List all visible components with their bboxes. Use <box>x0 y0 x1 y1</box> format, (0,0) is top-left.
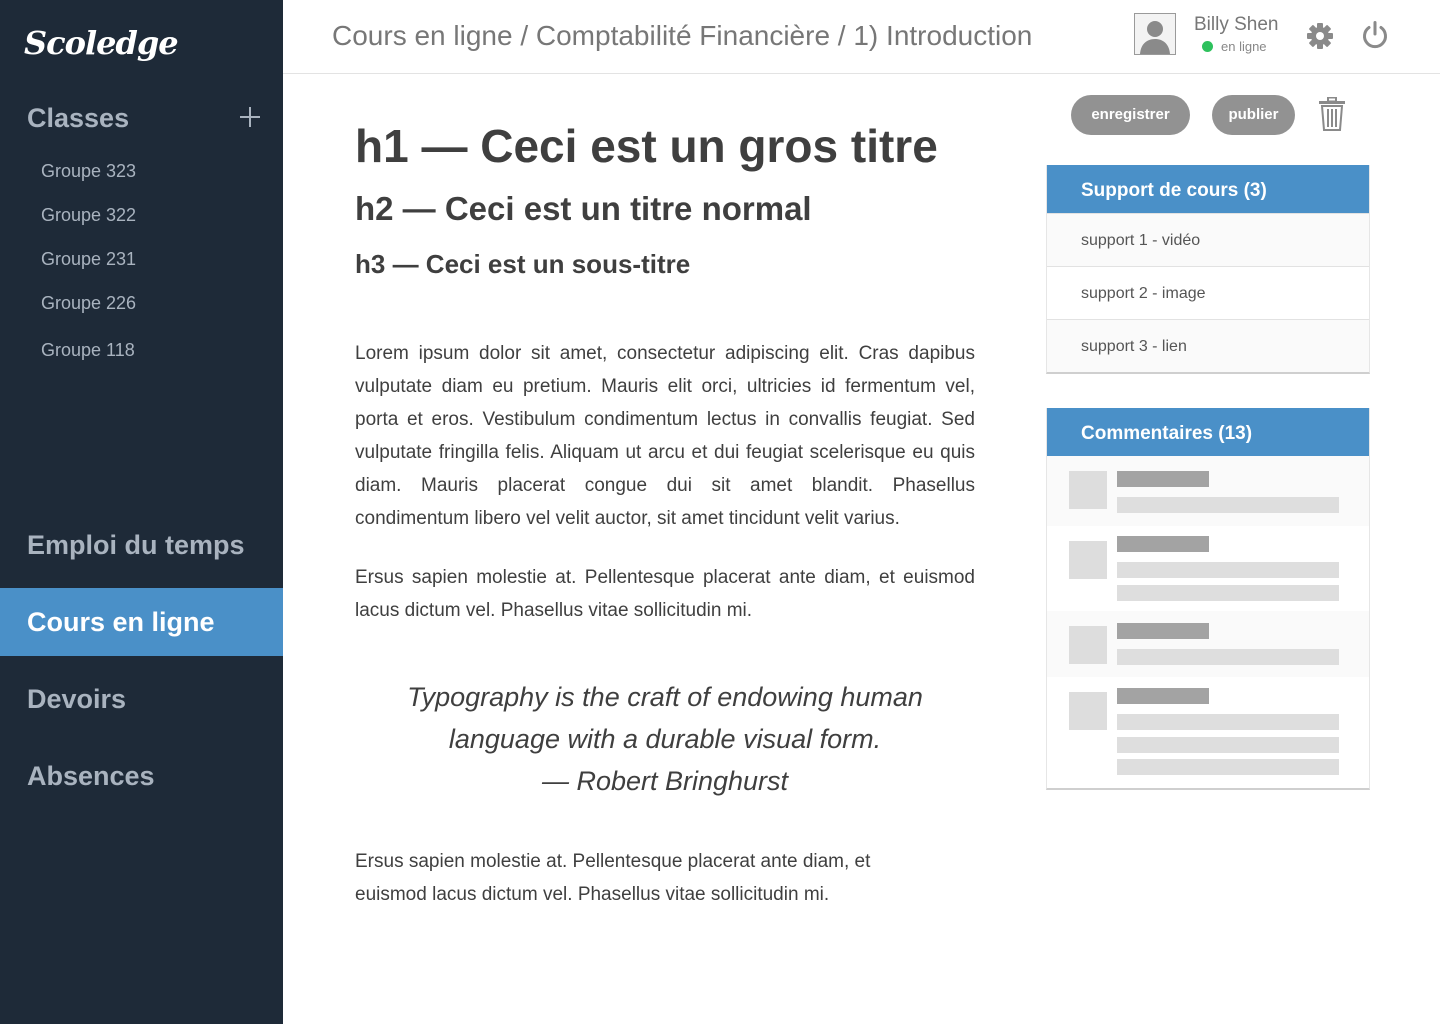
heading-h3: h3 — Ceci est un sous-titre <box>355 249 691 279</box>
comment-author-placeholder <box>1117 623 1209 639</box>
paragraph-3: Ersus sapien molestie at. Pellentesque p… <box>355 851 871 905</box>
paragraph-1: Lorem ipsum dolor sit amet, consectetur … <box>355 343 975 529</box>
sidebar-item-group-322[interactable]: Groupe 322 <box>41 199 136 243</box>
class-group-list: Groupe 323 Groupe 322 Groupe 231 Groupe … <box>41 155 136 378</box>
sidebar-item-group-231[interactable]: Groupe 231 <box>41 243 136 287</box>
gear-icon[interactable] <box>1306 22 1334 50</box>
add-class-icon[interactable] <box>235 102 265 132</box>
nav-item-cours-en-ligne[interactable]: Cours en ligne <box>0 588 283 656</box>
support-item-3[interactable]: support 3 - lien <box>1047 319 1369 372</box>
user-avatar[interactable] <box>1134 13 1176 55</box>
nav-item-devoirs[interactable]: Devoirs <box>0 665 283 733</box>
comment-text-placeholder <box>1117 649 1339 665</box>
comments-panel: Commentaires (13) <box>1046 408 1370 790</box>
comment-text-placeholder <box>1117 562 1339 578</box>
nav-item-emploi-du-temps[interactable]: Emploi du temps <box>0 511 283 579</box>
heading-h1: h1 — Ceci est un gros titre <box>355 120 938 172</box>
support-item-2[interactable]: support 2 - image <box>1047 266 1369 319</box>
breadcrumb[interactable]: Cours en ligne / Comptabilité Financière… <box>332 20 1032 52</box>
comments-panel-title[interactable]: Commentaires (13) <box>1047 408 1369 456</box>
quote-line-1: Typography is the craft of endowing huma… <box>407 682 923 712</box>
nav-item-absences[interactable]: Absences <box>0 742 283 810</box>
support-panel-title[interactable]: Support de cours (3) <box>1047 165 1369 213</box>
online-status-dot <box>1202 41 1213 52</box>
top-header: Cours en ligne / Comptabilité Financière… <box>283 0 1440 74</box>
comment-item[interactable] <box>1047 611 1369 677</box>
power-icon[interactable] <box>1360 20 1390 50</box>
publish-button[interactable]: publier <box>1212 95 1295 135</box>
article-content: h1 — Ceci est un gros titre h2 — Ceci es… <box>355 110 975 911</box>
support-panel: Support de cours (3) support 1 - vidéo s… <box>1046 165 1370 374</box>
avatar-icon <box>1135 14 1175 54</box>
comment-text-placeholder <box>1117 585 1339 601</box>
comment-item[interactable] <box>1047 526 1369 611</box>
heading-h2: h2 — Ceci est un titre normal <box>355 190 812 227</box>
quote-author: — Robert Bringhurst <box>541 766 789 796</box>
comment-avatar <box>1069 692 1107 730</box>
comment-author-placeholder <box>1117 471 1209 487</box>
classes-title: Classes <box>27 103 130 133</box>
sidebar-item-group-323[interactable]: Groupe 323 <box>41 155 136 199</box>
user-name: Billy Shen <box>1194 14 1279 35</box>
comment-author-placeholder <box>1117 688 1209 704</box>
classes-section-header: Classes <box>27 100 265 136</box>
trash-icon[interactable] <box>1317 97 1347 131</box>
main-nav: Emploi du temps Cours en ligne Devoirs A… <box>0 511 283 819</box>
quote-block: Typography is the craft of endowing huma… <box>355 676 975 802</box>
support-item-1[interactable]: support 1 - vidéo <box>1047 213 1369 266</box>
sidebar-item-group-118[interactable]: Groupe 118 <box>41 334 136 378</box>
user-status: en ligne <box>1221 39 1267 54</box>
save-button[interactable]: enregistrer <box>1071 95 1190 135</box>
comment-avatar <box>1069 626 1107 664</box>
comment-avatar <box>1069 541 1107 579</box>
comment-avatar <box>1069 471 1107 509</box>
action-bar: enregistrer publier <box>1071 95 1371 135</box>
sidebar: Scoledge Classes Groupe 323 Groupe 322 G… <box>0 0 283 1024</box>
comment-text-placeholder <box>1117 759 1339 775</box>
quote-line-2: language with a durable visual form. <box>448 724 882 754</box>
comment-text-placeholder <box>1117 737 1339 753</box>
comment-item[interactable] <box>1047 677 1369 788</box>
app-logo[interactable]: Scoledge <box>24 24 179 62</box>
comment-text-placeholder <box>1117 497 1339 513</box>
paragraph-2: Ersus sapien molestie at. Pellentesque p… <box>355 567 975 621</box>
sidebar-item-group-226[interactable]: Groupe 226 <box>41 287 136 331</box>
comment-author-placeholder <box>1117 536 1209 552</box>
comment-text-placeholder <box>1117 714 1339 730</box>
comment-item[interactable] <box>1047 456 1369 526</box>
